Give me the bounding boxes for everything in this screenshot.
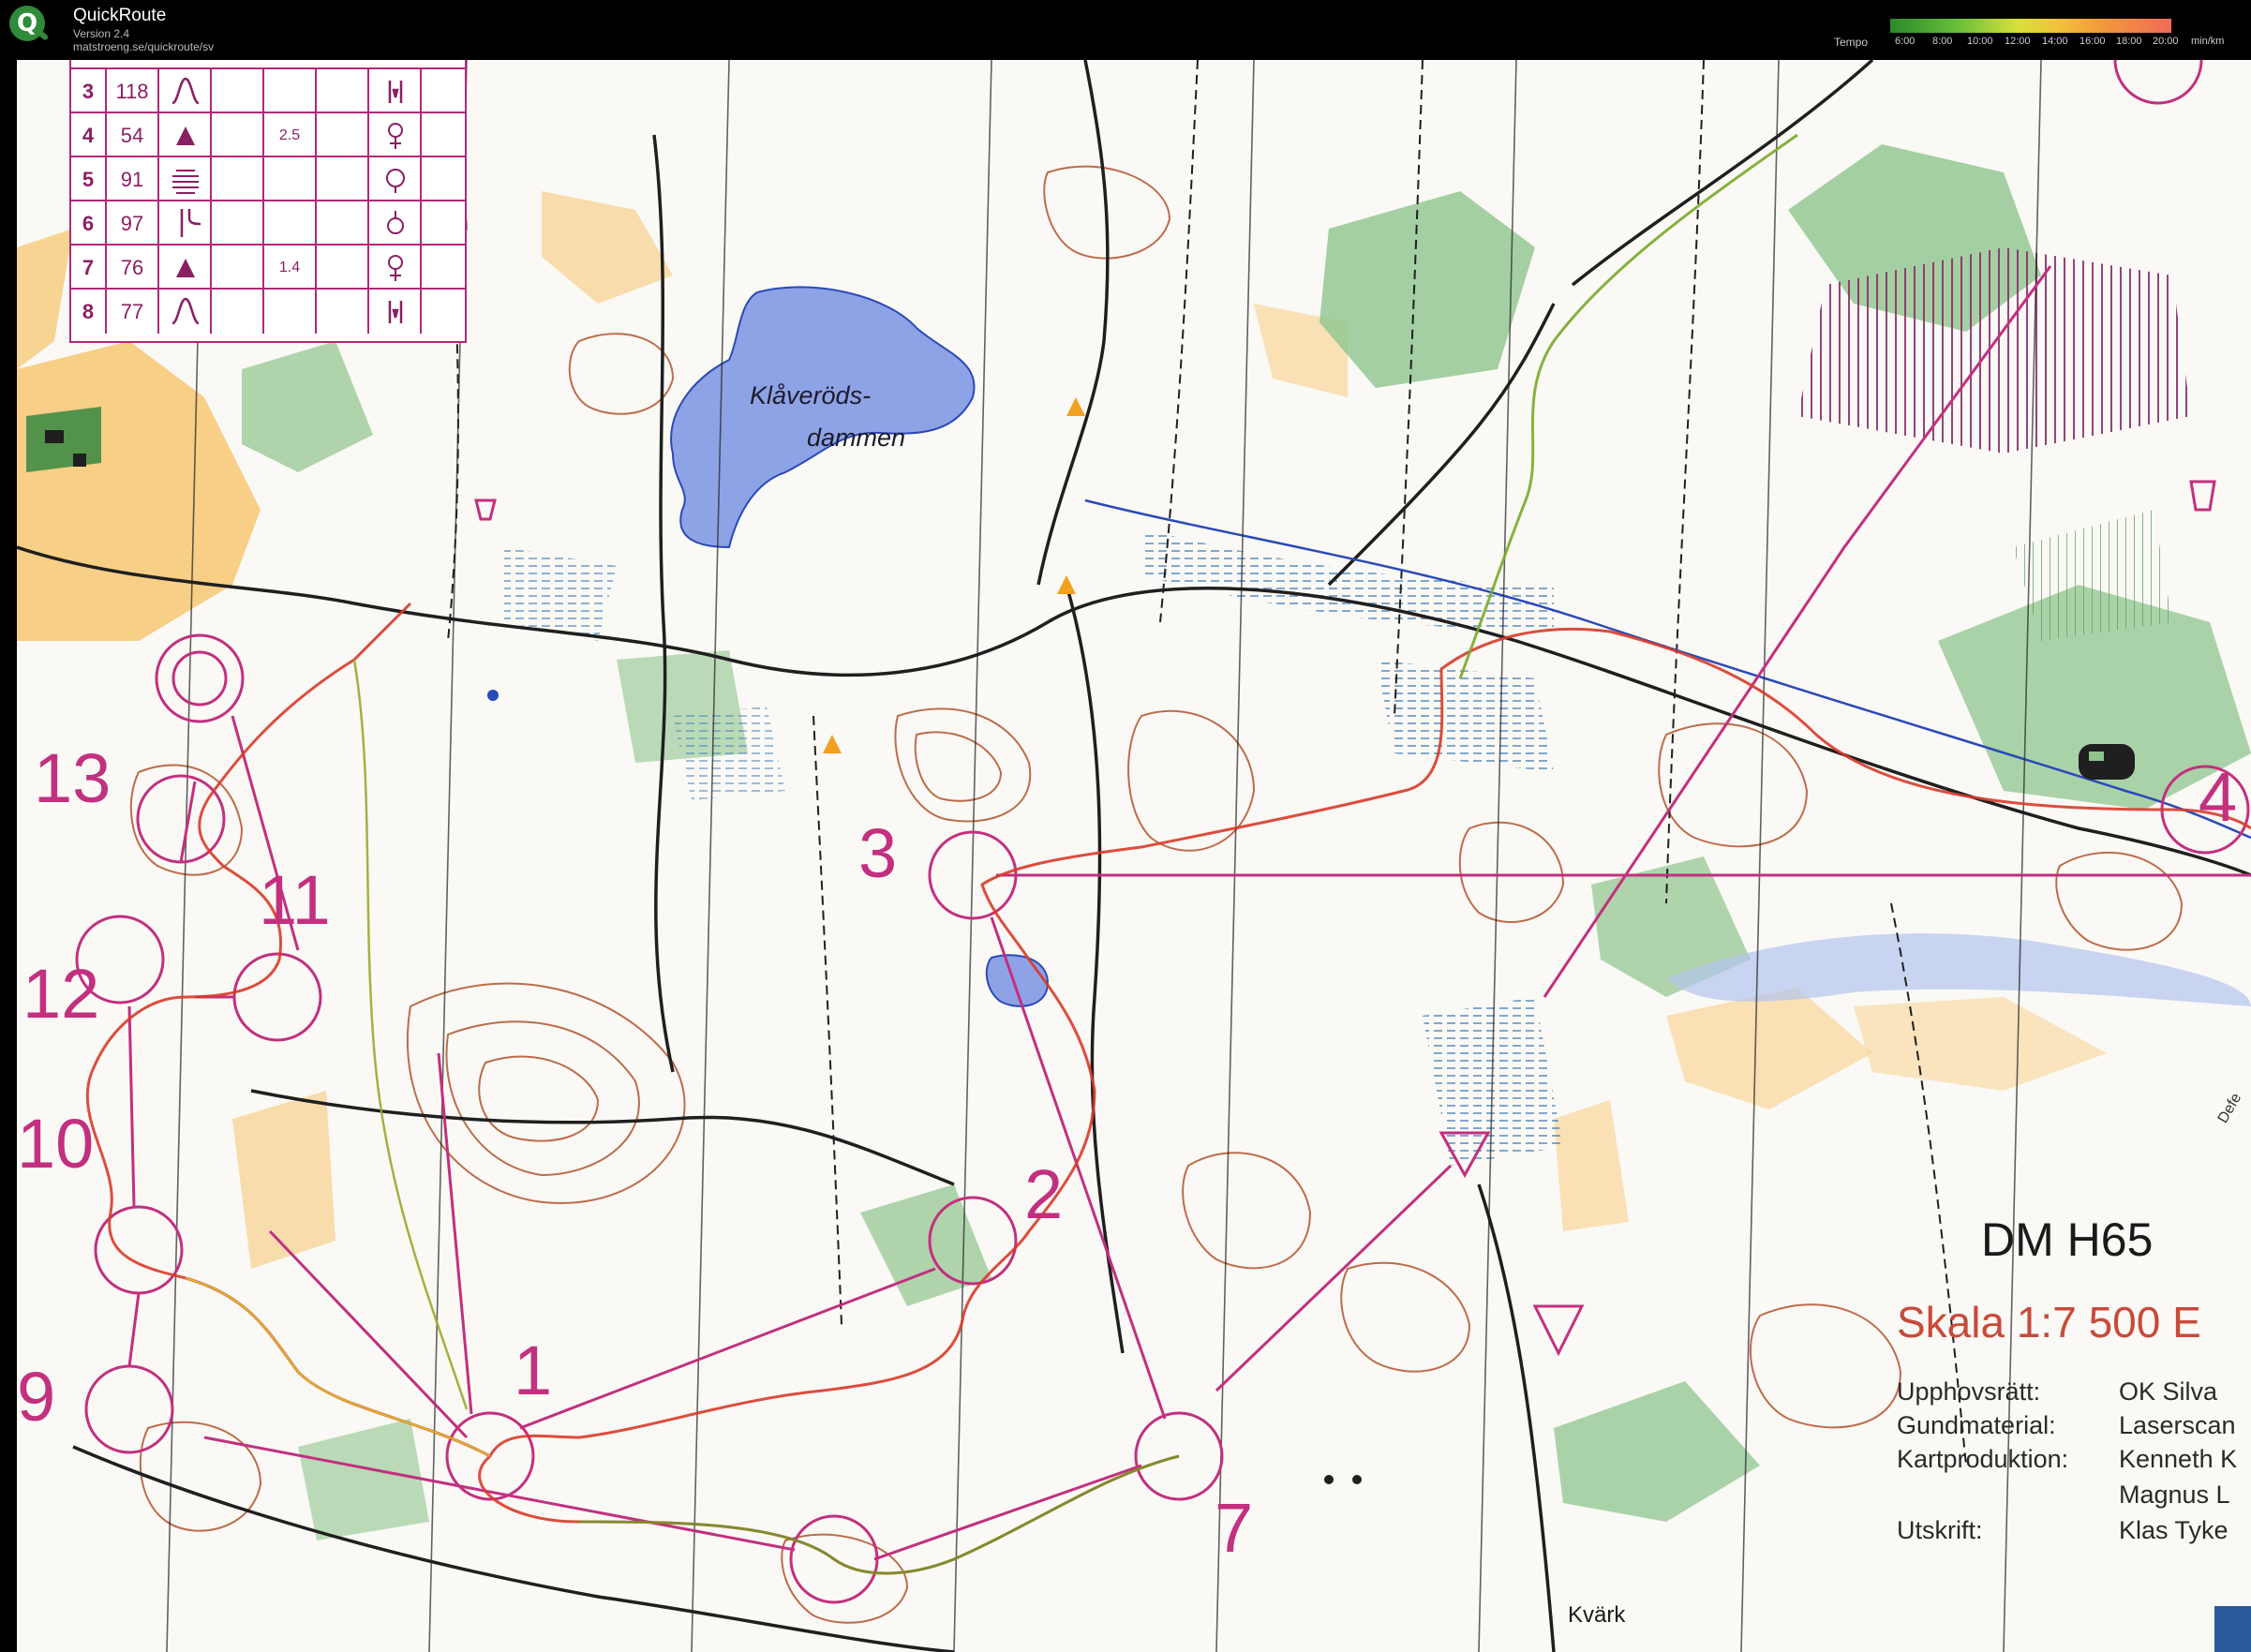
tempo-tick: 14:00 — [2042, 36, 2068, 47]
credit-value: Kenneth K — [2119, 1445, 2238, 1473]
app-url[interactable]: matstroeng.se/quickroute/sv — [73, 40, 214, 53]
control-label-2: 2 — [1024, 1155, 1064, 1233]
control-label-9: 9 — [17, 1358, 56, 1436]
quickroute-logo-icon: Q — [9, 6, 45, 41]
tempo-tick: 20:00 — [2153, 36, 2179, 47]
control-dimension — [264, 69, 317, 113]
credit-label: Kartproduktion: — [1897, 1445, 2069, 1473]
re-entrant-icon — [159, 290, 212, 334]
control-description-row: 8 77 — [71, 288, 465, 334]
control-code: 54 — [107, 113, 159, 157]
tempo-legend-label: Tempo — [1834, 36, 1869, 49]
control-dimension: 1.4 — [264, 246, 317, 290]
tempo-tick: 16:00 — [2080, 36, 2106, 47]
control-label-1: 1 — [514, 1332, 553, 1409]
control-label-10: 10 — [17, 1105, 95, 1183]
credit-value: OK Silva — [2119, 1377, 2218, 1406]
control-code: 77 — [107, 290, 159, 334]
credit-label: Utskrift: — [1897, 1516, 1983, 1544]
control-number: 4 — [71, 113, 107, 157]
orienteering-map[interactable]: 3 118 4 54 2.5 5 91 6 97 7 76 1.4 8 77 K… — [17, 60, 2251, 1652]
control-description-row: 4 54 2.5 — [71, 112, 465, 157]
map-title: DM H65 — [1981, 1213, 2154, 1266]
map-scale: Skala 1:7 500 E — [1897, 1298, 2201, 1347]
control-location-icon — [369, 290, 422, 334]
tempo-unit: min/km — [2191, 36, 2225, 47]
control-dimension — [264, 201, 317, 246]
control-description-table: 3 118 4 54 2.5 5 91 6 97 7 76 1.4 8 77 — [69, 60, 467, 343]
control-feature-icon — [159, 69, 212, 113]
tempo-tick: 10:00 — [1967, 36, 1993, 47]
control-description-row: 7 76 1.4 — [71, 244, 465, 290]
control-location-icon — [369, 69, 422, 113]
app-version: Version 2.4 — [73, 27, 130, 40]
control-number: 5 — [71, 157, 107, 201]
credit-label: Upphovsrätt: — [1897, 1377, 2041, 1406]
control-description-row: 5 91 — [71, 156, 465, 201]
tempo-tick: 12:00 — [2005, 36, 2031, 47]
control-label-4: 4 — [2199, 758, 2238, 836]
credit-value: Klas Tyke — [2119, 1516, 2229, 1544]
control-code: 97 — [107, 201, 159, 246]
control-label-11: 11 — [259, 861, 331, 939]
ring-location-icon — [369, 201, 422, 246]
tempo-tick: 18:00 — [2116, 36, 2142, 47]
path-junction-icon — [159, 201, 212, 246]
control-label-3: 3 — [858, 814, 898, 892]
app-name: QuickRoute — [73, 6, 167, 25]
control-code: 91 — [107, 157, 159, 201]
control-number: 3 — [71, 69, 107, 113]
control-dimension — [264, 290, 317, 334]
tempo-tick: 8:00 — [1932, 36, 1953, 47]
marsh-icon — [159, 157, 212, 201]
boulder-icon — [159, 246, 212, 290]
credit-label: Gundmaterial: — [1897, 1411, 2056, 1439]
lake-name-line2: dammen — [807, 424, 906, 452]
control-dimension: 2.5 — [264, 113, 317, 157]
foot-location-icon — [369, 246, 422, 290]
control-number: 6 — [71, 201, 107, 246]
control-code: 76 — [107, 246, 159, 290]
lake-name-line1: Klåveröds- — [750, 381, 872, 409]
control-label-7: 7 — [1215, 1489, 1254, 1567]
tempo-tick: 6:00 — [1895, 36, 1916, 47]
control-description-row: 3 118 — [71, 67, 465, 113]
control-number: 7 — [71, 246, 107, 290]
foot-location-icon — [369, 113, 422, 157]
boulder-icon — [159, 113, 212, 157]
control-description-row: 6 97 — [71, 200, 465, 246]
control-label-12: 12 — [22, 955, 100, 1033]
control-label-13: 13 — [34, 739, 112, 817]
credit-value: Laserscan — [2119, 1411, 2236, 1439]
credit-value: Magnus L — [2119, 1481, 2230, 1509]
tempo-color-scale — [1890, 19, 2171, 33]
control-code: 118 — [107, 69, 159, 113]
circle-location-icon — [369, 157, 422, 201]
control-number: 8 — [71, 290, 107, 334]
app-header: Q QuickRoute Version 2.4 matstroeng.se/q… — [0, 0, 2251, 58]
place-name: Kvärk — [1568, 1602, 1626, 1628]
control-dimension — [264, 157, 317, 201]
